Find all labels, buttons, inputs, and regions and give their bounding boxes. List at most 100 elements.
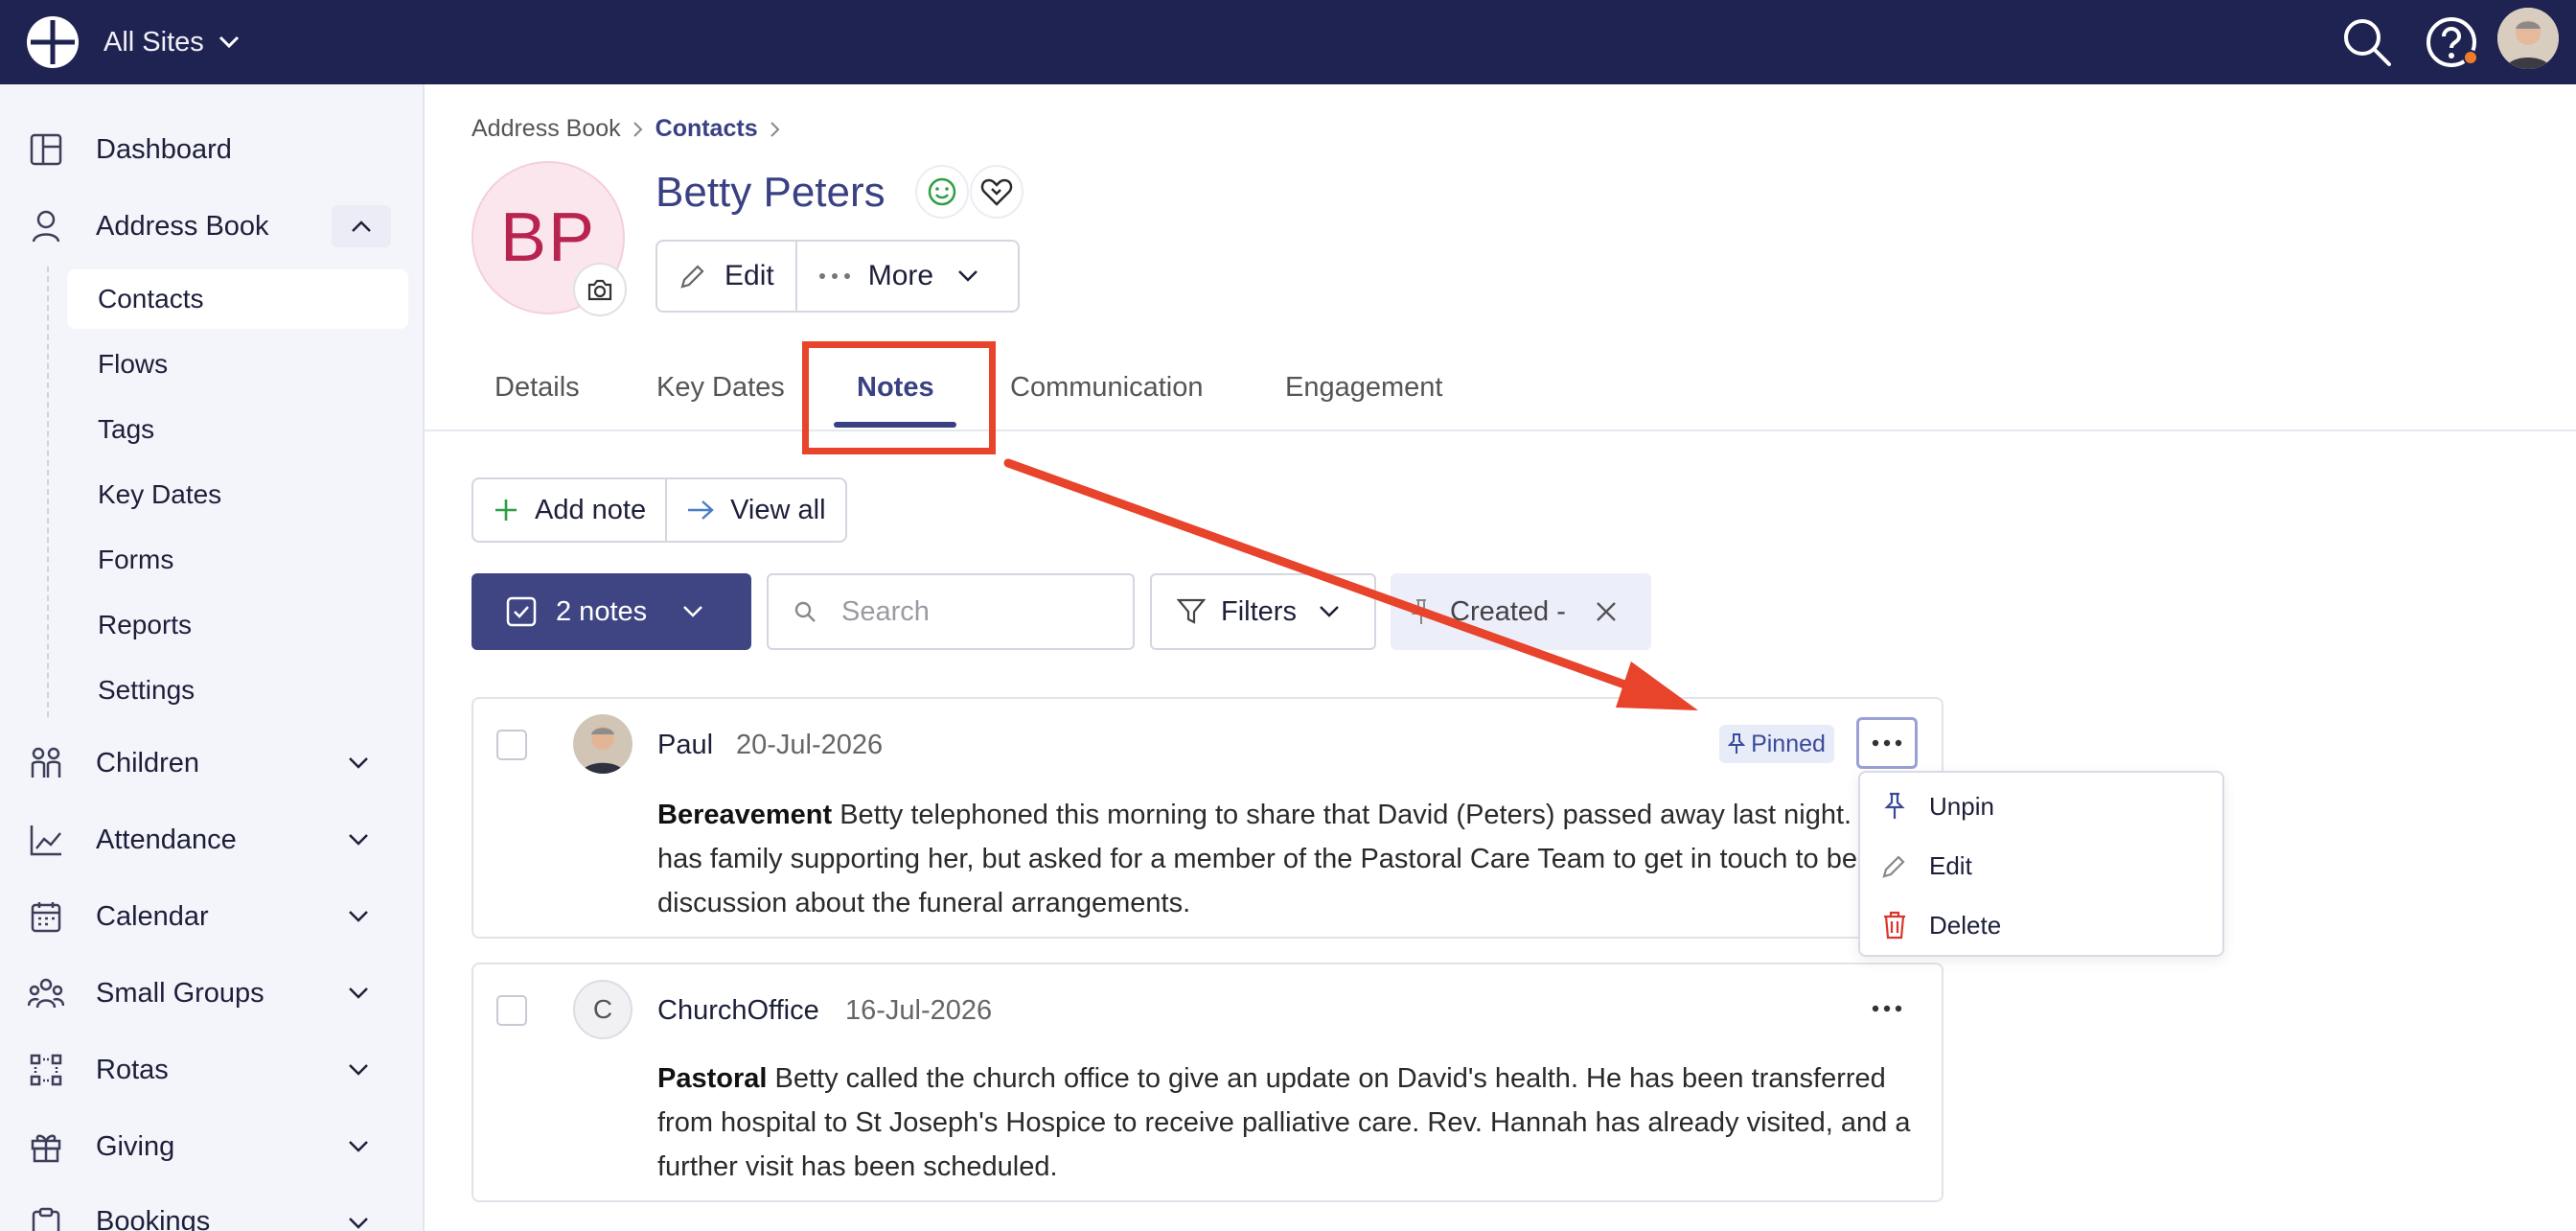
sidebar-subitem-flows[interactable]: Flows: [67, 335, 408, 394]
add-note-button[interactable]: Add note: [473, 479, 665, 541]
sidebar-subitem-tags[interactable]: Tags: [67, 400, 408, 459]
pinned-badge: Pinned: [1719, 725, 1834, 763]
delete-menu-item[interactable]: Delete: [1860, 895, 2224, 955]
note-category: Bereavement: [657, 800, 833, 830]
sidebar-item-bookings[interactable]: Bookings: [0, 1189, 425, 1231]
change-photo-button[interactable]: [573, 263, 627, 316]
filter-icon: [1177, 597, 1206, 626]
sidebar-item-label: Giving: [96, 1130, 175, 1162]
delete-label: Delete: [1929, 910, 2002, 940]
sidebar-item-rotas[interactable]: Rotas: [0, 1036, 425, 1103]
sidebar-item-attendance[interactable]: Attendance: [0, 806, 425, 873]
note-checkbox[interactable]: [496, 995, 527, 1026]
checkbox-checked-icon: [506, 596, 537, 627]
handshake-heart-icon[interactable]: [970, 165, 1024, 219]
tab-engagement[interactable]: Engagement: [1285, 372, 1442, 404]
sidebar-item-calendar[interactable]: Calendar: [0, 883, 425, 950]
note-body: Pastoral Betty called the church office …: [657, 1057, 1932, 1189]
search-input[interactable]: [841, 595, 1110, 628]
author-initial: C: [592, 994, 613, 1024]
filters-label: Filters: [1221, 595, 1297, 627]
view-all-label: View all: [730, 494, 826, 525]
smiley-status-icon[interactable]: [915, 165, 969, 219]
breadcrumb: Address Book Contacts: [472, 115, 793, 143]
search-field[interactable]: [767, 573, 1135, 650]
ellipsis-icon: [1872, 739, 1902, 747]
annotation-highlight-box: [802, 341, 996, 454]
sidebar-subitem-reports[interactable]: Reports: [67, 595, 408, 655]
close-icon[interactable]: [1595, 600, 1618, 623]
sidebar-item-label: Address Book: [96, 210, 269, 242]
chevron-right-icon: [632, 121, 644, 138]
note-context-menu: Unpin Edit Delete: [1858, 771, 2224, 957]
sidebar-item-label: Calendar: [96, 900, 209, 932]
gift-icon: [27, 1127, 65, 1166]
tab-details[interactable]: Details: [494, 372, 580, 404]
edit-menu-item[interactable]: Edit: [1860, 836, 2224, 895]
site-selector[interactable]: All Sites: [25, 10, 241, 75]
contact-initials: BP: [499, 199, 597, 276]
unpin-label: Unpin: [1929, 791, 1994, 821]
sidebar-item-label: Rotas: [96, 1054, 169, 1085]
sidebar-item-label: Attendance: [96, 824, 237, 855]
chevron-down-icon: [347, 909, 370, 924]
search-icon[interactable]: [2338, 13, 2396, 71]
note-menu-button[interactable]: [1856, 983, 1918, 1034]
view-all-button[interactable]: View all: [665, 479, 844, 541]
ellipsis-icon: [818, 272, 868, 280]
note-checkbox[interactable]: [496, 730, 527, 760]
chevron-down-icon: [347, 986, 370, 1001]
breadcrumb-contacts[interactable]: Contacts: [656, 115, 758, 143]
sidebar-item-small-groups[interactable]: Small Groups: [0, 960, 425, 1027]
breadcrumb-address-book[interactable]: Address Book: [472, 115, 621, 143]
unpin-menu-item[interactable]: Unpin: [1860, 777, 2224, 836]
sidebar-subitem-contacts[interactable]: Contacts: [67, 269, 408, 329]
dashboard-icon: [27, 130, 65, 169]
sidebar-item-label: Small Groups: [96, 977, 264, 1009]
tab-communication[interactable]: Communication: [1010, 372, 1203, 404]
chevron-down-icon: [347, 1139, 370, 1154]
sidebar-item-label: Bookings: [96, 1206, 211, 1231]
collapse-button[interactable]: [332, 205, 391, 247]
calendar-icon: [27, 897, 65, 936]
note-text: Betty telephoned this morning to share t…: [657, 800, 1918, 918]
filters-button[interactable]: Filters: [1150, 573, 1376, 650]
note-actions: Add note View all: [472, 477, 847, 543]
edit-label: Edit: [724, 260, 774, 291]
sidebar-item-label: Dashboard: [96, 133, 232, 165]
chevron-down-icon: [347, 1062, 370, 1078]
more-button[interactable]: More: [794, 242, 1018, 311]
pin-icon: [1728, 732, 1746, 755]
select-notes-button[interactable]: 2 notes: [472, 573, 751, 650]
sidebar-item-address-book[interactable]: Address Book: [0, 193, 425, 260]
chevron-down-icon: [218, 35, 241, 50]
edit-button[interactable]: Edit: [657, 242, 795, 311]
sidebar-item-giving[interactable]: Giving: [0, 1113, 425, 1180]
chevron-down-icon: [347, 755, 370, 771]
pin-icon: [1877, 789, 1912, 824]
profile-actions: Edit More: [656, 240, 1021, 313]
note-author: ChurchOffice: [657, 995, 819, 1026]
sidebar-item-dashboard[interactable]: Dashboard: [0, 116, 425, 183]
chevron-down-icon: [956, 268, 997, 284]
edit-label: Edit: [1929, 850, 1972, 880]
note-date: 16-Jul-2026: [845, 995, 993, 1026]
note-author: Paul: [657, 730, 714, 760]
sidebar-subitem-forms[interactable]: Forms: [67, 530, 408, 590]
note-text: Betty called the church office to give a…: [657, 1063, 1911, 1182]
chevron-down-icon: [347, 832, 370, 848]
sort-chip[interactable]: Created -: [1391, 573, 1651, 650]
children-icon: [27, 744, 65, 782]
person-icon: [27, 207, 65, 245]
globe-logo-icon: [25, 14, 80, 70]
sidebar-item-children[interactable]: Children: [0, 730, 425, 797]
note-menu-button[interactable]: [1856, 717, 1918, 769]
author-avatar: [573, 714, 632, 774]
user-avatar[interactable]: [2497, 8, 2559, 69]
chevron-down-icon: [347, 1216, 370, 1231]
tab-key-dates[interactable]: Key Dates: [656, 372, 785, 404]
sidebar-subitem-settings[interactable]: Settings: [67, 661, 408, 720]
trash-icon: [1877, 908, 1912, 942]
sidebar-subitem-key-dates[interactable]: Key Dates: [67, 465, 408, 524]
tab-bar: Details Key Dates Notes Communication En…: [425, 355, 2576, 431]
